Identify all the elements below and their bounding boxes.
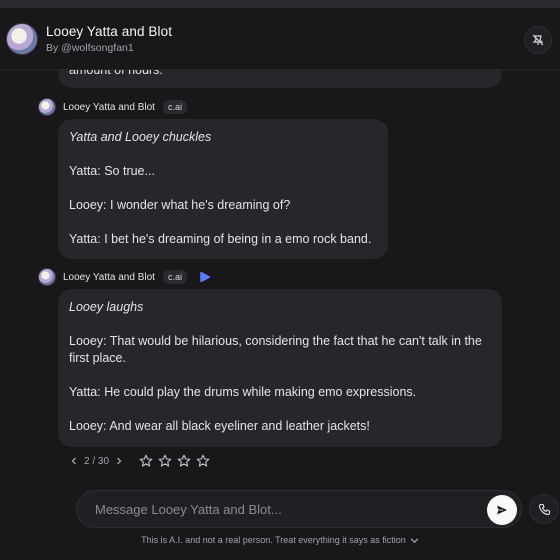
star-icon[interactable]	[158, 454, 172, 468]
sender-name[interactable]: Looey Yatta and Blot	[63, 102, 155, 113]
chevron-down-icon[interactable]	[410, 536, 419, 545]
star-icon[interactable]	[177, 454, 191, 468]
message-line: Yatta: I bet he's dreaming of being in a…	[69, 232, 372, 246]
message-header: Looey Yatta and Blot c.ai	[38, 98, 187, 116]
sender-avatar[interactable]	[38, 268, 56, 286]
call-button[interactable]	[529, 494, 559, 524]
message-line: Looey: That would be hilarious, consider…	[69, 334, 482, 365]
swipe-controls: 2 / 30	[68, 454, 210, 468]
message-bubble: Looey laughs Looey: That would be hilari…	[58, 289, 502, 447]
phone-icon	[538, 503, 550, 515]
message-line: Looey: I wonder what he's dreaming of?	[69, 198, 291, 212]
sender-avatar[interactable]	[38, 98, 56, 116]
message-bubble: Yatta and Looey chuckles Yatta: So true.…	[58, 119, 388, 259]
message-text: amount of hours.	[69, 70, 163, 77]
chevron-left-icon[interactable]	[68, 455, 80, 467]
message-line: Yatta: So true...	[69, 164, 155, 178]
play-icon[interactable]	[199, 271, 211, 283]
message-input[interactable]	[95, 501, 455, 517]
character-name[interactable]: Looey Yatta and Blot	[46, 24, 172, 39]
character-avatar[interactable]	[6, 22, 38, 55]
disclaimer-text: This is A.I. and not a real person. Trea…	[141, 535, 406, 545]
ai-badge: c.ai	[162, 100, 187, 114]
header-menu-button[interactable]	[524, 26, 552, 54]
chat-header: Looey Yatta and Blot By @wolfsongfan1	[0, 8, 560, 70]
message-action: Yatta and Looey chuckles	[69, 130, 212, 144]
sender-name[interactable]: Looey Yatta and Blot	[63, 272, 155, 283]
ai-badge: c.ai	[162, 270, 187, 284]
send-button[interactable]	[487, 495, 517, 525]
message-line: Yatta: He could play the drums while mak…	[69, 385, 417, 399]
pin-off-icon	[532, 34, 544, 46]
character-author[interactable]: By @wolfsongfan1	[46, 42, 172, 54]
star-icon[interactable]	[196, 454, 210, 468]
message-bubble-partial: amount of hours.	[58, 70, 502, 88]
message-input-bar	[76, 490, 522, 528]
header-text: Looey Yatta and Blot By @wolfsongfan1	[46, 24, 172, 54]
message-feed: amount of hours. Looey Yatta and Blot c.…	[0, 70, 560, 480]
top-strip	[0, 0, 560, 8]
message-action: Looey laughs	[69, 300, 144, 314]
message-header: Looey Yatta and Blot c.ai	[38, 268, 211, 286]
star-icon[interactable]	[139, 454, 153, 468]
chevron-right-icon[interactable]	[113, 455, 125, 467]
message-line: Looey: And wear all black eyeliner and l…	[69, 419, 370, 433]
ai-disclaimer: This is A.I. and not a real person. Trea…	[0, 535, 560, 545]
send-icon	[497, 505, 507, 515]
swipe-counter: 2 / 30	[84, 455, 110, 467]
rating-stars	[139, 454, 210, 468]
